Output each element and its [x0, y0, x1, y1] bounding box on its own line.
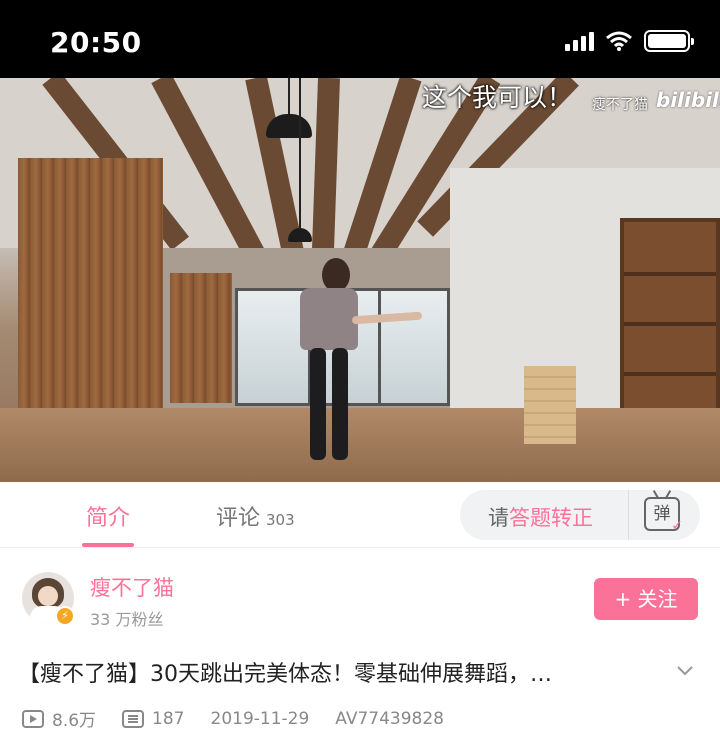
status-icons: [565, 30, 694, 52]
bilibili-logo: bilibili: [656, 88, 720, 112]
danmaku-count-icon: [122, 709, 145, 728]
verified-badge-icon: ⚡: [55, 606, 75, 626]
dancer: [322, 258, 350, 292]
tab-intro[interactable]: 简介: [86, 500, 130, 532]
tab-comments-label: 评论: [216, 506, 261, 531]
danmaku-count: 187: [152, 708, 185, 729]
video-watermark-author: 瘦不了猫: [592, 97, 648, 113]
status-time: 20:50: [50, 26, 142, 59]
follow-button[interactable]: + 关注: [594, 578, 698, 620]
uploader-fans: 33 万粉丝: [90, 610, 164, 629]
uploader-section: ⚡ 瘦不了猫 33 万粉丝 + 关注: [0, 548, 720, 640]
view-count: 8.6万: [52, 711, 97, 731]
battery-icon: [644, 30, 694, 52]
check-icon: ✓: [671, 518, 683, 534]
av-id: AV77439828: [335, 708, 444, 729]
video-title: 【瘦不了猫】30天跳出完美体态！零基础伸展舞蹈，…: [18, 662, 552, 687]
tab-comments[interactable]: 评论 303: [216, 500, 295, 532]
uploader-name[interactable]: 瘦不了猫: [90, 572, 174, 602]
comment-count: 303: [266, 511, 295, 529]
video-scene-yoga-blocks: [524, 366, 576, 444]
video-player[interactable]: 这个我可以！ 瘦不了猫 bilibili: [0, 78, 720, 482]
chevron-down-icon[interactable]: [676, 662, 694, 680]
tab-bar: 简介 评论 303 请答题转正 弹 ✓: [0, 482, 720, 548]
wifi-icon: [606, 31, 632, 51]
play-count-icon: [22, 709, 44, 728]
video-stats: 8.6万 187 2019-11-29 AV77439828: [22, 706, 444, 731]
quiz-link[interactable]: 答题转正: [509, 506, 593, 530]
status-bar: 20:50: [0, 0, 720, 78]
video-subtitle: 这个我可以！: [422, 83, 573, 112]
active-tab-indicator: [82, 543, 134, 547]
danmaku-prompt: 请答题转正: [488, 506, 593, 530]
publish-date: 2019-11-29: [210, 708, 310, 729]
cellular-signal-icon: [565, 31, 594, 51]
danmaku-toggle-icon[interactable]: 弹 ✓: [644, 497, 683, 534]
video-scene-pillar: [18, 158, 163, 433]
danmaku-input[interactable]: 请答题转正 弹 ✓: [460, 490, 700, 540]
